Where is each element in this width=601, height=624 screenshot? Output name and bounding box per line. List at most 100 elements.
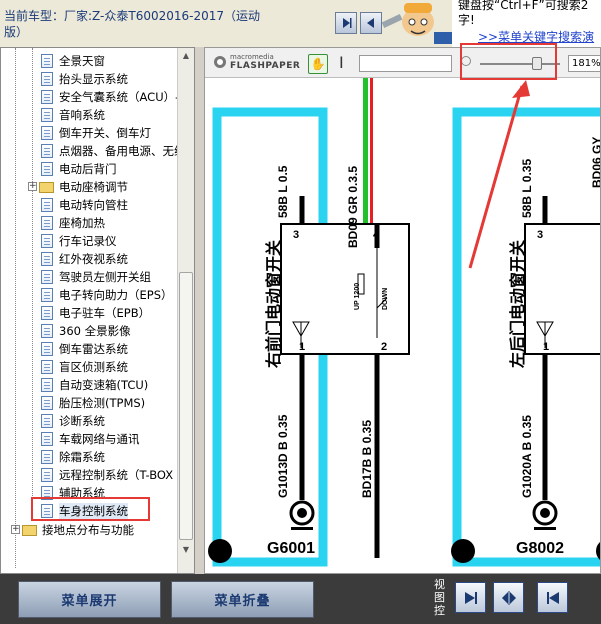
- tree-item[interactable]: 胎压检测(TPMS): [41, 394, 145, 412]
- document-icon: [41, 252, 53, 266]
- document-icon: [41, 198, 53, 212]
- expand-icon[interactable]: +: [28, 182, 37, 191]
- find-input[interactable]: [359, 55, 452, 72]
- tree-item[interactable]: 车载网络与通讯: [41, 430, 140, 448]
- tree-item[interactable]: 全景天窗: [41, 52, 105, 70]
- text-cursor-icon: I: [339, 53, 344, 72]
- document-icon: [41, 288, 53, 302]
- document-icon: [41, 54, 53, 68]
- menu-collapse-button[interactable]: 菜单折叠: [171, 581, 314, 618]
- document-icon: [41, 306, 53, 320]
- svg-text:G1020A B 0.35: G1020A B 0.35: [520, 415, 534, 498]
- tree-item[interactable]: 诊断系统: [41, 412, 105, 430]
- tree-item[interactable]: 行车记录仪: [41, 232, 117, 250]
- svg-text:BD06 GY: BD06 GY: [590, 137, 601, 188]
- wiring-diagram: 3 4 1 2 UP 1200 DOWN 右前门电动窗开关 58B L 0.5 …: [208, 78, 601, 567]
- zoom-highlight-annotation: [460, 43, 557, 80]
- flashpaper-logo: macromedia FLASHPAPER: [213, 53, 300, 71]
- tree-item[interactable]: 驾驶员左侧开关组: [41, 268, 151, 286]
- mascot-icon: [381, 3, 452, 44]
- hand-tool-button[interactable]: ✋: [308, 54, 328, 74]
- next-page-button[interactable]: [335, 12, 357, 34]
- tree-item[interactable]: 倒车开关、倒车灯: [41, 124, 151, 142]
- app-window: 当前车型：厂家:Z-众泰T6002016-2017（运动版） 键盘按“Ctrl+…: [0, 0, 601, 624]
- tree-folder-ground[interactable]: 接地点分布与功能: [22, 521, 134, 539]
- tree-item[interactable]: 除霜系统: [41, 448, 105, 466]
- tree-item[interactable]: 安全气囊系统（ACU）-: [41, 88, 179, 106]
- view-control-label: 视图控: [434, 578, 445, 617]
- document-icon: [41, 468, 53, 482]
- svg-text:3: 3: [537, 229, 543, 241]
- tree-item[interactable]: 座椅加热: [41, 214, 105, 232]
- document-icon: [41, 144, 53, 158]
- arrow-left-icon: [546, 591, 559, 604]
- expand-icon[interactable]: +: [11, 525, 20, 534]
- hand-icon: ✋: [310, 57, 326, 71]
- tree-item[interactable]: 点烟器、备用电源、无线: [41, 142, 186, 160]
- arrow-left-icon: [367, 18, 374, 28]
- document-icon: [41, 270, 53, 284]
- text-select-tool-button[interactable]: I: [339, 54, 349, 74]
- scroll-thumb[interactable]: [179, 272, 193, 540]
- annotation-arrow: [468, 80, 530, 269]
- svg-text:BD17B B 0.35: BD17B B 0.35: [360, 420, 374, 498]
- view-split-button[interactable]: [493, 582, 524, 613]
- svg-text:G1013D B 0.35: G1013D B 0.35: [276, 414, 290, 498]
- arrow-right-icon: [464, 591, 477, 604]
- tree-item[interactable]: 盲区侦测系统: [41, 358, 128, 376]
- svg-text:1: 1: [543, 341, 549, 353]
- tree-item[interactable]: 电子驻车（EPB）: [41, 304, 150, 322]
- view-right-button[interactable]: [455, 582, 486, 613]
- document-icon: [41, 216, 53, 230]
- document-icon: [41, 360, 53, 374]
- menu-tree: 全景天窗 抬头显示系统 安全气囊系统（ACU）- 音响系统 倒车开关、倒车灯 点烟器、备用…: [0, 47, 195, 574]
- svg-text:2: 2: [381, 341, 387, 353]
- junction-dot: [451, 539, 475, 563]
- document-icon: [41, 72, 53, 86]
- view-left-button[interactable]: [537, 582, 568, 613]
- tree-item[interactable]: 红外夜视系统: [41, 250, 128, 268]
- document-icon: [41, 342, 53, 356]
- document-icon: [41, 126, 53, 140]
- selection-highlight-annotation: [31, 497, 150, 521]
- document-icon: [41, 162, 53, 176]
- document-icon: [41, 108, 53, 122]
- document-icon: [41, 234, 53, 248]
- zoom-value-field[interactable]: 181%: [568, 55, 600, 72]
- svg-text:3: 3: [293, 229, 299, 241]
- svg-text:DOWN: DOWN: [382, 288, 389, 310]
- ground-right-label: G8002: [516, 540, 564, 557]
- tree-item[interactable]: 电动转向管柱: [41, 196, 128, 214]
- document-icon: [41, 432, 53, 446]
- macromedia-logo-icon: [214, 56, 226, 68]
- left-switch-label: 右前门电动窗开关: [264, 240, 283, 368]
- scroll-up-icon[interactable]: ▲: [179, 49, 193, 63]
- svg-text:4: 4: [373, 229, 380, 241]
- tree-item[interactable]: 抬头显示系统: [41, 70, 128, 88]
- scroll-down-icon[interactable]: ▼: [179, 543, 193, 557]
- search-tip-text: 键盘按“Ctrl+F”可搜索2 字!: [458, 0, 589, 27]
- tree-vertical-scrollbar[interactable]: ▲ ▼: [177, 48, 194, 573]
- tree-item[interactable]: 电动后背门: [41, 160, 117, 178]
- tree-item[interactable]: 音响系统: [41, 106, 105, 124]
- bottom-toolbar: 菜单展开 菜单折叠 视图控: [0, 574, 601, 624]
- arrow-right-icon: [343, 18, 352, 28]
- tree-item[interactable]: 自动变速箱(TCU): [41, 376, 148, 394]
- tree-folder[interactable]: 电动座椅调节: [39, 178, 128, 196]
- red-wire: [370, 78, 373, 248]
- menu-expand-button[interactable]: 菜单展开: [18, 581, 161, 618]
- document-icon: [41, 396, 53, 410]
- folder-icon: [39, 181, 54, 193]
- tree-item[interactable]: 远程控制系统（T-BOX: [41, 466, 173, 484]
- tree-item[interactable]: 电子转向助力（EPS）: [41, 286, 173, 304]
- ground-left-label: G6001: [267, 540, 315, 557]
- svg-text:58B L 0.5: 58B L 0.5: [276, 165, 290, 218]
- document-icon: [41, 414, 53, 428]
- tree-item[interactable]: 倒车雷达系统: [41, 340, 128, 358]
- document-icon: [41, 324, 53, 338]
- tree-item[interactable]: 360 全景影像: [41, 322, 131, 340]
- folder-icon: [22, 524, 37, 536]
- flashpaper-viewer: macromedia FLASHPAPER ✋ I 181% 3 4 1 2 U…: [204, 47, 601, 574]
- svg-text:1: 1: [299, 341, 305, 353]
- header-bar: 当前车型：厂家:Z-众泰T6002016-2017（运动版） 键盘按“Ctrl+…: [0, 0, 601, 47]
